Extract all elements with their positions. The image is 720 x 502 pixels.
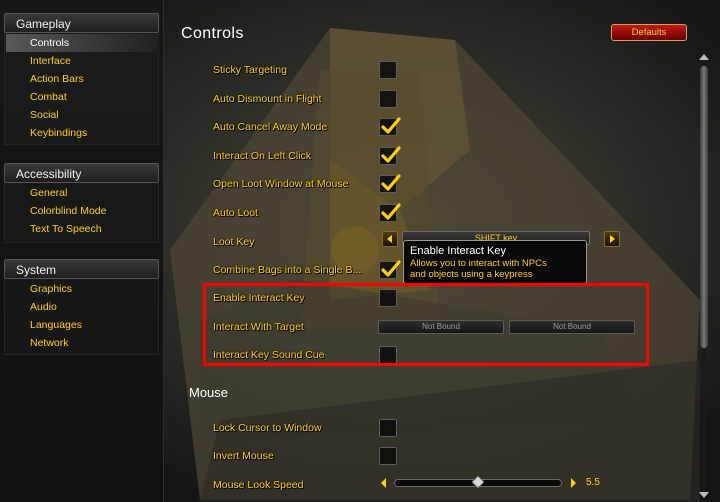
checkmark-icon xyxy=(381,174,401,191)
slider-thumb[interactable] xyxy=(472,476,484,488)
sidebar-item-colorblind-mode[interactable]: Colorblind Mode xyxy=(30,204,106,218)
checkmark-icon xyxy=(381,260,401,277)
selected-item-highlight xyxy=(6,34,157,52)
option-label-open-loot-window: Open Loot Window at Mouse xyxy=(213,178,349,190)
defaults-button[interactable]: Defaults xyxy=(611,24,687,41)
sidebar-item-interface[interactable]: Interface xyxy=(30,54,71,68)
category-header-accessibility[interactable]: Accessibility xyxy=(4,163,159,183)
option-label-sticky-targeting: Sticky Targeting xyxy=(213,64,287,76)
highlight-box xyxy=(203,283,649,366)
checkbox-auto-dismount[interactable] xyxy=(379,90,397,108)
scroll-down-icon[interactable] xyxy=(697,490,711,500)
section-title-mouse: Mouse xyxy=(189,385,229,400)
loot-key-prev-button[interactable] xyxy=(382,231,398,247)
checkbox-invert-mouse[interactable] xyxy=(379,447,397,465)
arrow-left-icon xyxy=(387,235,392,243)
option-label-invert-mouse: Invert Mouse xyxy=(213,450,274,462)
checkbox-auto-cancel-away[interactable] xyxy=(379,117,401,136)
category-header-system[interactable]: System xyxy=(4,259,159,279)
option-label-lock-cursor: Lock Cursor to Window xyxy=(213,422,322,434)
option-label-auto-cancel-away: Auto Cancel Away Mode xyxy=(213,121,328,133)
sidebar-item-languages[interactable]: Languages xyxy=(30,318,82,332)
sidebar-item-audio[interactable]: Audio xyxy=(30,300,57,314)
scrollbar-thumb[interactable] xyxy=(700,66,708,348)
loot-key-next-button[interactable] xyxy=(604,231,620,247)
category-header-gameplay[interactable]: Gameplay xyxy=(4,13,159,33)
option-label-mouse-look-speed: Mouse Look Speed xyxy=(213,479,304,491)
sidebar-item-text-to-speech[interactable]: Text To Speech xyxy=(30,222,102,236)
tooltip-title: Enable Interact Key xyxy=(410,245,507,257)
tooltip-body-line-2: and objects using a keypress xyxy=(410,268,533,280)
sidebar-item-controls[interactable]: Controls xyxy=(30,36,69,50)
checkbox-combine-bags[interactable] xyxy=(379,260,401,279)
option-label-interact-left-click: Interact On Left Click xyxy=(213,150,312,162)
sidebar-item-network[interactable]: Network xyxy=(30,336,69,350)
sidebar-item-general[interactable]: General xyxy=(30,186,67,200)
sidebar-item-keybindings[interactable]: Keybindings xyxy=(30,126,87,140)
option-label-auto-loot: Auto Loot xyxy=(213,207,258,219)
arrow-right-icon xyxy=(610,235,615,243)
slider-increase-icon[interactable] xyxy=(567,476,579,490)
option-label-loot-key: Loot Key xyxy=(213,236,255,248)
option-label-combine-bags: Combine Bags into a Single B... xyxy=(213,264,362,276)
sidebar-item-action-bars[interactable]: Action Bars xyxy=(30,72,84,86)
category-panel-system xyxy=(4,279,159,355)
sidebar-item-graphics[interactable]: Graphics xyxy=(30,282,72,296)
checkbox-lock-cursor[interactable] xyxy=(379,419,397,437)
sidebar-item-social[interactable]: Social xyxy=(30,108,59,122)
checkbox-interact-left-click[interactable] xyxy=(379,146,401,165)
checkmark-icon xyxy=(381,117,401,134)
checkbox-auto-loot[interactable] xyxy=(379,203,401,222)
settings-sidebar: Gameplay Controls Interface Action Bars … xyxy=(0,0,164,502)
checkmark-icon xyxy=(381,146,401,163)
checkmark-icon xyxy=(381,203,401,220)
page-title: Controls xyxy=(181,25,244,42)
tooltip-body-line-1: Allows you to interact with NPCs xyxy=(410,258,547,269)
option-label-auto-dismount: Auto Dismount in Flight xyxy=(213,93,322,105)
slider-decrease-icon[interactable] xyxy=(378,476,390,490)
sidebar-item-combat[interactable]: Combat xyxy=(30,90,67,104)
scroll-up-icon[interactable] xyxy=(697,52,711,62)
checkbox-open-loot-window[interactable] xyxy=(379,174,401,193)
tooltip: Enable Interact Key Allows you to intera… xyxy=(403,240,587,284)
checkbox-sticky-targeting[interactable] xyxy=(379,61,397,79)
mouse-look-speed-value: 5.5 xyxy=(586,477,600,488)
